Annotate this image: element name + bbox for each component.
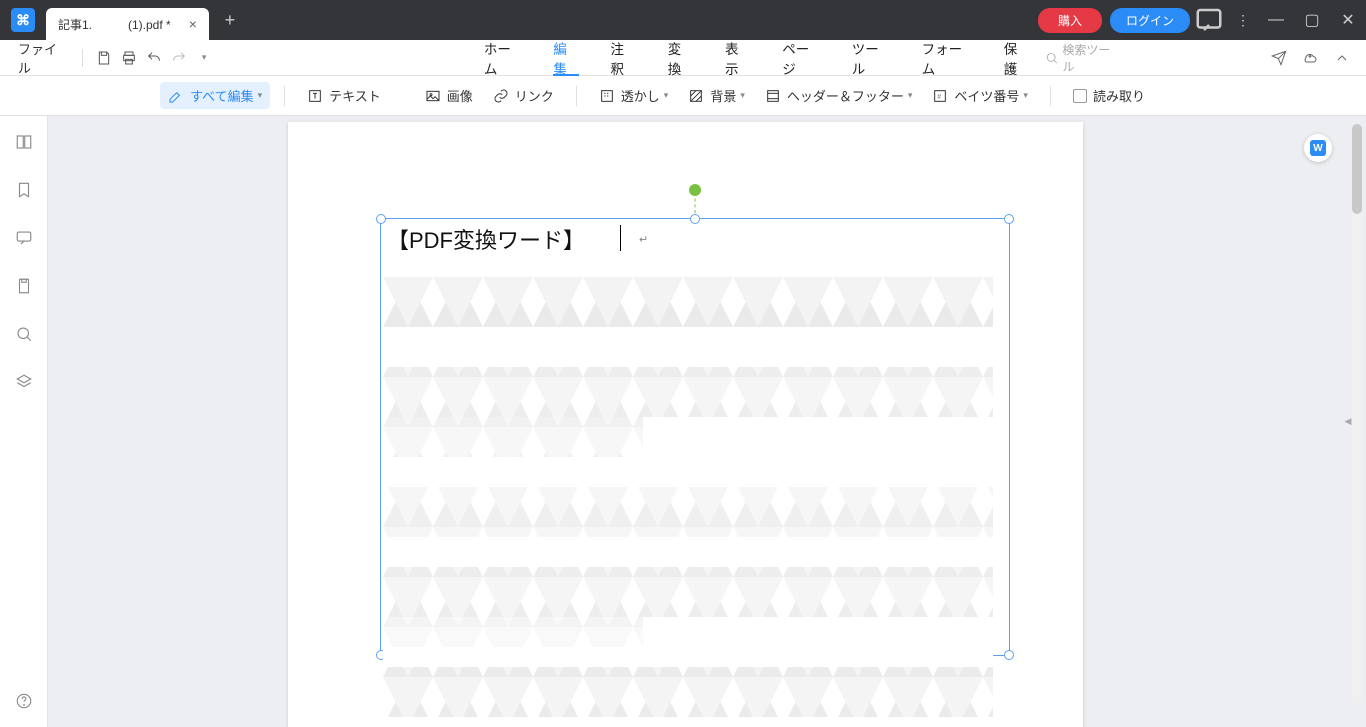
chevron-down-icon: ▾ <box>1023 90 1028 101</box>
header-footer-icon <box>765 88 781 104</box>
menubar: ファイル ▾ ホーム 編集 注釈 変換 表示 ページ ツール フォーム 保護 検… <box>0 40 1366 76</box>
bates-button[interactable]: # ベイツ番号 ▾ <box>924 82 1036 109</box>
image-button[interactable]: 画像 <box>417 82 481 109</box>
word-badge-icon: W <box>1310 140 1326 156</box>
new-tab-button[interactable]: + <box>215 5 245 35</box>
checkbox-icon <box>1073 89 1087 103</box>
canvas-area[interactable]: 【PDF変換ワード】 ↵ <box>48 116 1366 727</box>
image-icon <box>425 88 441 104</box>
resize-handle-tm[interactable] <box>690 214 700 224</box>
workspace: ▶ 【PDF変換ワード】 ↵ <box>0 116 1366 727</box>
separator <box>576 86 577 106</box>
tab-edit[interactable]: 編集 <box>537 40 594 76</box>
chevron-down-icon: ▾ <box>258 90 263 101</box>
background-button[interactable]: 背景 ▾ <box>680 82 753 109</box>
search-icon[interactable] <box>12 322 36 346</box>
close-window-button[interactable]: ✕ <box>1330 2 1366 38</box>
header-footer-button[interactable]: ヘッダー＆フッター ▾ <box>757 82 921 109</box>
separator <box>1050 86 1051 106</box>
read-only-label: 読み取り <box>1093 86 1145 105</box>
collapse-ribbon-icon[interactable] <box>1329 45 1354 71</box>
image-label: 画像 <box>447 86 473 105</box>
convert-to-word-button[interactable]: W <box>1304 134 1332 162</box>
tab-convert[interactable]: 変換 <box>652 40 709 76</box>
resize-handle-br[interactable] <box>1004 650 1014 660</box>
header-footer-label: ヘッダー＆フッター <box>787 86 904 105</box>
comment-panel-icon[interactable] <box>1194 5 1224 35</box>
text-icon <box>307 88 323 104</box>
undo-icon[interactable] <box>141 45 166 71</box>
maximize-button[interactable]: ▢ <box>1294 2 1330 38</box>
resize-handle-tl[interactable] <box>376 214 386 224</box>
expand-right-panel-icon[interactable]: ◀ <box>1344 404 1352 440</box>
share-icon[interactable] <box>1267 45 1292 71</box>
comment-list-icon[interactable] <box>12 226 36 250</box>
edit-toolbar: すべて編集 ▾ テキスト 画像 リンク 透かし ▾ 背景 ▾ ヘッダー＆フッター… <box>0 76 1366 116</box>
pencil-icon <box>168 88 184 104</box>
search-placeholder: 検索ツール <box>1062 41 1120 75</box>
text-button[interactable]: テキスト <box>299 82 389 109</box>
read-only-toggle[interactable]: 読み取り <box>1065 82 1153 109</box>
link-label: リンク <box>515 86 554 105</box>
tab-comment[interactable]: 注釈 <box>595 40 652 76</box>
text-label: テキスト <box>329 86 381 105</box>
separator <box>82 49 83 67</box>
save-icon[interactable] <box>91 45 116 71</box>
blurred-content-placeholder <box>383 277 993 722</box>
close-tab-icon[interactable]: × <box>189 16 197 32</box>
bates-icon: # <box>932 88 948 104</box>
buy-button[interactable]: 購入 <box>1038 8 1102 33</box>
attachment-icon[interactable] <box>12 274 36 298</box>
edit-all-label: すべて編集 <box>190 86 254 105</box>
background-icon <box>688 88 704 104</box>
rotation-connector <box>695 193 696 213</box>
more-menu-icon[interactable]: ⋮ <box>1228 5 1258 35</box>
tab-page[interactable]: ページ <box>766 40 836 76</box>
selection-box[interactable]: 【PDF変換ワード】 ↵ <box>380 218 1010 656</box>
document-tab[interactable]: 記事1. (1).pdf * × <box>46 8 209 40</box>
bookmark-icon[interactable] <box>12 178 36 202</box>
scrollbar-thumb[interactable] <box>1352 124 1362 214</box>
help-icon[interactable] <box>12 689 36 713</box>
sparkle-icon <box>1045 51 1058 65</box>
resize-handle-tr[interactable] <box>1004 214 1014 224</box>
background-label: 背景 <box>710 86 736 105</box>
thumbnails-icon[interactable] <box>12 130 36 154</box>
link-icon <box>493 88 509 104</box>
chevron-down-icon: ▾ <box>664 90 669 101</box>
dropdown-icon[interactable]: ▾ <box>192 45 217 71</box>
link-button[interactable]: リンク <box>485 82 562 109</box>
titlebar: ⌘ 記事1. (1).pdf * × + 購入 ログイン ⋮ — ▢ ✕ <box>0 0 1366 40</box>
watermark-button[interactable]: 透かし ▾ <box>591 82 677 109</box>
document-title-text[interactable]: 【PDF変換ワード】 <box>381 219 591 259</box>
redo-icon[interactable] <box>167 45 192 71</box>
file-menu[interactable]: ファイル <box>12 39 74 77</box>
app-logo[interactable]: ⌘ <box>0 0 46 40</box>
text-cursor <box>620 225 621 251</box>
tab-home[interactable]: ホーム <box>468 40 537 76</box>
tab-tool[interactable]: ツール <box>836 40 906 76</box>
watermark-icon <box>599 88 615 104</box>
left-sidebar <box>0 116 48 727</box>
svg-text:#: # <box>938 93 942 100</box>
print-icon[interactable] <box>116 45 141 71</box>
login-button[interactable]: ログイン <box>1110 8 1190 33</box>
watermark-label: 透かし <box>621 86 660 105</box>
bates-label: ベイツ番号 <box>954 86 1019 105</box>
tab-protect[interactable]: 保護 <box>988 40 1045 76</box>
search-tool[interactable]: 検索ツール <box>1045 41 1120 75</box>
layers-icon[interactable] <box>12 370 36 394</box>
edit-all-button[interactable]: すべて編集 ▾ <box>160 82 270 109</box>
main-tabs: ホーム 編集 注釈 変換 表示 ページ ツール フォーム 保護 <box>468 40 1045 76</box>
chevron-down-icon: ▾ <box>740 90 745 101</box>
separator <box>284 86 285 106</box>
tab-view[interactable]: 表示 <box>709 40 766 76</box>
minimize-button[interactable]: — <box>1258 2 1294 38</box>
tab-label: 記事1. (1).pdf * <box>58 16 171 33</box>
chevron-down-icon: ▾ <box>908 90 913 101</box>
rotation-handle[interactable] <box>689 184 701 196</box>
cloud-icon[interactable] <box>1298 45 1323 71</box>
return-mark-icon: ↵ <box>639 233 648 246</box>
tab-form[interactable]: フォーム <box>906 40 988 76</box>
